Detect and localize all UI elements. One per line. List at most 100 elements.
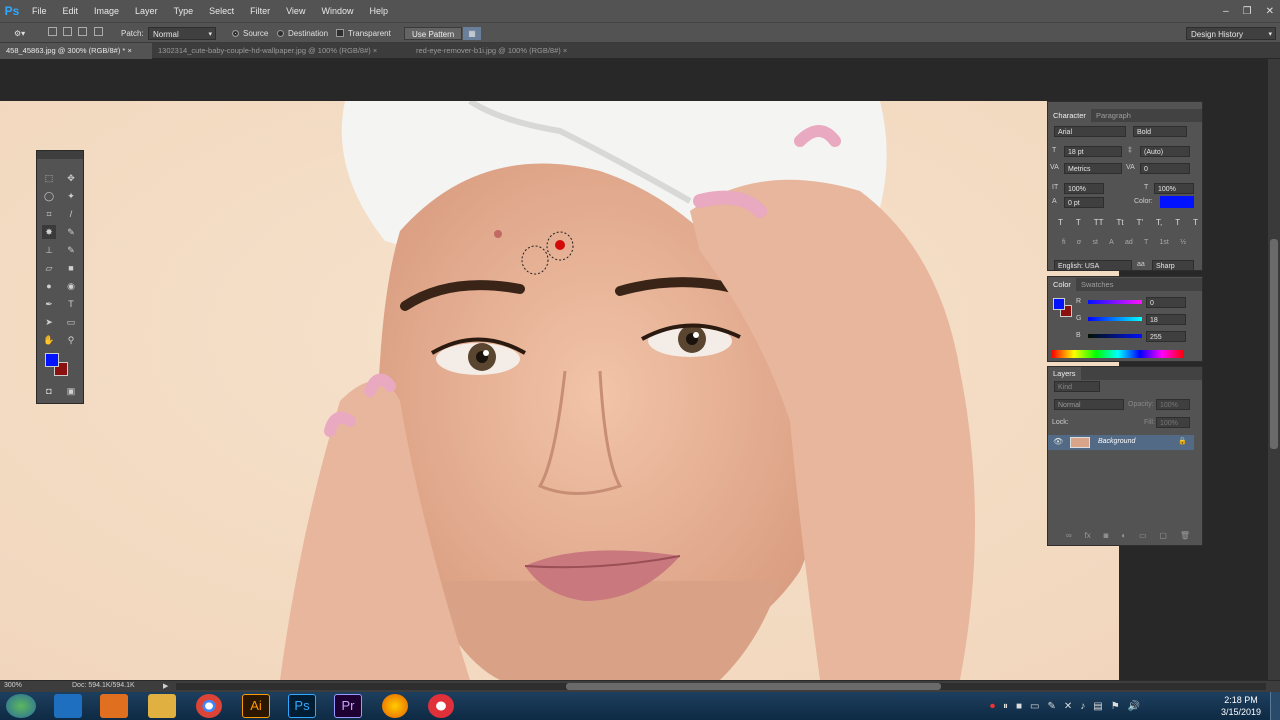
audio-tray-icon[interactable]: ♪	[1080, 701, 1085, 712]
blue-slider[interactable]	[1088, 334, 1142, 338]
restore-button[interactable]: ❐	[1243, 6, 1252, 17]
zoom-tool-icon[interactable]: ⚲	[64, 333, 78, 347]
menu-file[interactable]: File	[24, 0, 55, 22]
faux-bold-button[interactable]: T	[1058, 218, 1063, 227]
history-brush-tool-icon[interactable]: ✎	[64, 243, 78, 257]
small-caps-button[interactable]: Tt	[1117, 218, 1124, 227]
fractions-button[interactable]: ½	[1180, 239, 1186, 246]
menu-help[interactable]: Help	[361, 0, 396, 22]
red-value-field[interactable]: 0	[1146, 297, 1186, 308]
network-tray-icon[interactable]: ▤	[1093, 701, 1102, 712]
stylistic-button[interactable]: ad	[1125, 239, 1133, 246]
alternate-ligature-button[interactable]: ơ	[1077, 239, 1082, 246]
superscript-button[interactable]: T'	[1137, 218, 1143, 227]
leading-field[interactable]: (Auto)	[1140, 146, 1190, 157]
underline-button[interactable]: T	[1175, 218, 1180, 227]
discretionary-ligature-button[interactable]: st	[1093, 239, 1098, 246]
record-tray-icon[interactable]: ⏺	[990, 701, 995, 712]
titling-button[interactable]: T	[1144, 239, 1148, 246]
menu-edit[interactable]: Edit	[55, 0, 87, 22]
document-canvas-image[interactable]	[0, 101, 1119, 680]
screen-mode-icon[interactable]: ▣	[64, 384, 78, 398]
horizontal-scale-field[interactable]: 100%	[1154, 183, 1194, 194]
ligature-button[interactable]: fi	[1062, 239, 1066, 246]
adjustment-layer-icon[interactable]: ◐	[1121, 531, 1126, 540]
tab-character[interactable]: Character	[1048, 109, 1091, 122]
font-size-field[interactable]: 18 pt	[1064, 146, 1122, 157]
pattern-picker-icon[interactable]: ▦	[463, 27, 481, 40]
pause-tray-icon[interactable]: ⏸	[1003, 701, 1008, 712]
marquee-tool-icon[interactable]: ⬚	[42, 171, 56, 185]
dodge-tool-icon[interactable]: ◉	[64, 279, 78, 293]
new-group-icon[interactable]: ▭	[1139, 531, 1147, 540]
new-layer-icon[interactable]: ▢	[1159, 531, 1167, 540]
quick-mask-icon[interactable]: ◘	[42, 384, 56, 398]
brush-tool-icon[interactable]: ✎	[64, 225, 78, 239]
tab-color[interactable]: Color	[1048, 278, 1076, 291]
stamp-tool-icon[interactable]: ⊥	[42, 243, 56, 257]
link-layers-icon[interactable]: ∞	[1066, 531, 1072, 540]
stop-tray-icon[interactable]: ■	[1016, 701, 1022, 712]
settings-tray-icon[interactable]: ✎	[1048, 701, 1056, 712]
tab-close-icon[interactable]: ×	[127, 46, 131, 55]
chrome-icon[interactable]	[196, 694, 222, 718]
vertical-scrollbar[interactable]	[1268, 59, 1280, 680]
green-slider[interactable]	[1088, 317, 1142, 321]
firefox-icon[interactable]	[382, 694, 408, 718]
opacity-field[interactable]: 100%	[1156, 399, 1190, 410]
red-slider[interactable]	[1088, 300, 1142, 304]
transparent-checkbox[interactable]: Transparent	[336, 27, 391, 40]
language-select[interactable]: English: USA	[1054, 260, 1132, 271]
layer-style-icon[interactable]: fx	[1085, 531, 1091, 540]
foreground-color-swatch[interactable]	[45, 353, 59, 367]
tab-layers[interactable]: Layers	[1048, 367, 1081, 380]
eraser-tool-icon[interactable]: ▱	[42, 261, 56, 275]
subtract-selection-icon[interactable]	[78, 27, 87, 40]
subscript-button[interactable]: T,	[1156, 218, 1162, 227]
vertical-scale-field[interactable]: 100%	[1064, 183, 1104, 194]
delete-layer-icon[interactable]: 🗑	[1180, 531, 1190, 540]
color-spectrum-ramp[interactable]	[1052, 350, 1184, 358]
add-selection-icon[interactable]	[63, 27, 72, 40]
tab-swatches[interactable]: Swatches	[1076, 278, 1119, 291]
illustrator-icon[interactable]: Ai	[242, 694, 270, 718]
close-tray-icon[interactable]: ✕	[1064, 701, 1072, 712]
panel-foreground-swatch[interactable]	[1053, 298, 1065, 310]
faux-italic-button[interactable]: T	[1076, 218, 1081, 227]
patch-tool-icon[interactable]: ✸	[42, 225, 56, 239]
blur-tool-icon[interactable]: ●	[42, 279, 56, 293]
layer-mask-icon[interactable]: ◙	[1104, 531, 1109, 540]
clock[interactable]: 2:18 PM 3/15/2019	[1216, 694, 1266, 718]
zoom-level[interactable]: 300%	[4, 682, 22, 689]
tab-document-2[interactable]: 1302314_cute-baby-couple-hd-wallpaper.jp…	[152, 43, 410, 59]
blue-value-field[interactable]: 255	[1146, 331, 1186, 342]
layer-row[interactable]: 👁 Background 🔒	[1048, 435, 1194, 450]
gradient-tool-icon[interactable]: ■	[64, 261, 78, 275]
ordinals-button[interactable]: 1st	[1160, 239, 1169, 246]
green-value-field[interactable]: 18	[1146, 314, 1186, 325]
fill-field[interactable]: 100%	[1156, 417, 1190, 428]
swash-button[interactable]: A	[1109, 239, 1114, 246]
workspace-select[interactable]: Design History	[1186, 27, 1276, 41]
show-desktop-button[interactable]	[1270, 692, 1280, 720]
font-family-select[interactable]: Arial	[1054, 126, 1126, 137]
tracking-field[interactable]: 0	[1140, 163, 1190, 174]
antialias-select[interactable]: Sharp	[1152, 260, 1194, 271]
layer-visibility-eye-icon[interactable]: 👁	[1053, 437, 1063, 446]
kerning-field[interactable]: Metrics	[1064, 163, 1122, 174]
premiere-icon[interactable]: Pr	[334, 694, 362, 718]
tab-close-icon[interactable]: ×	[373, 46, 377, 55]
patch-mode-select[interactable]: Normal	[148, 27, 216, 41]
tab-close-icon[interactable]: ×	[563, 46, 567, 55]
menu-window[interactable]: Window	[313, 0, 361, 22]
recorder-icon[interactable]	[428, 694, 454, 718]
status-menu-arrow[interactable]: ▶	[163, 682, 168, 690]
new-selection-icon[interactable]	[48, 27, 57, 40]
vertical-scroll-thumb[interactable]	[1270, 239, 1278, 449]
tab-paragraph[interactable]: Paragraph	[1091, 109, 1136, 122]
volume-tray-icon[interactable]: 🔊	[1128, 701, 1140, 712]
photoshop-taskbar-icon[interactable]: Ps	[288, 694, 316, 718]
source-radio[interactable]: Source	[232, 27, 268, 40]
path-selection-tool-icon[interactable]: ➤	[42, 315, 56, 329]
baseline-shift-field[interactable]: 0 pt	[1064, 197, 1104, 208]
